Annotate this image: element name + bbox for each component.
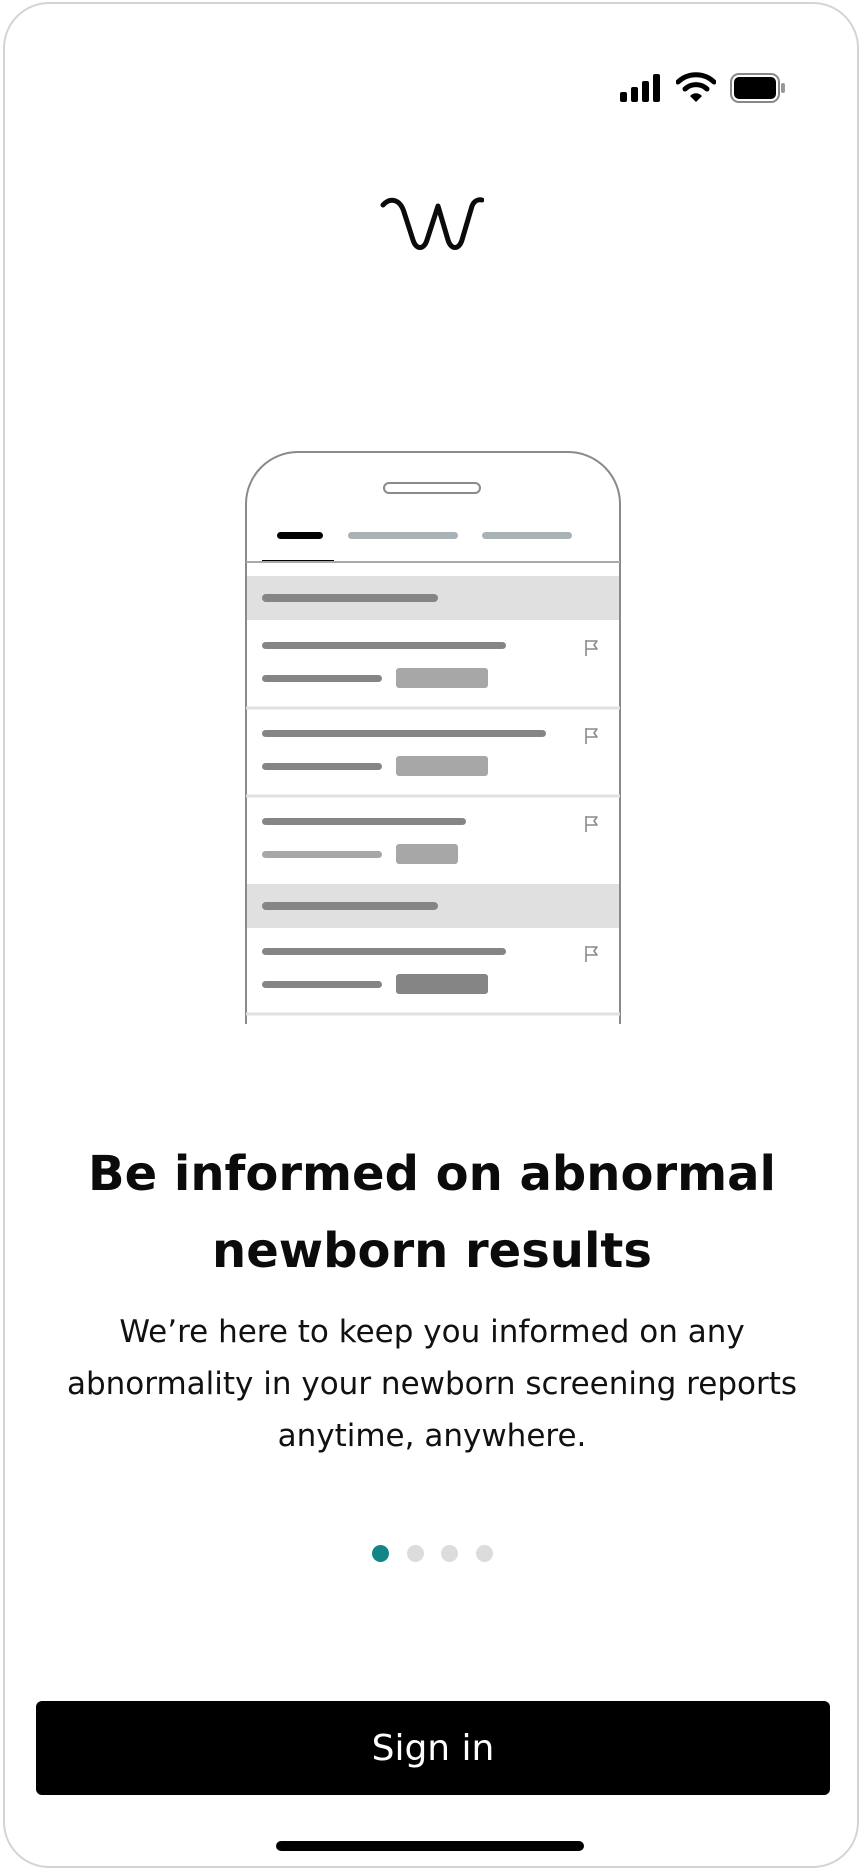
- status-bar: [0, 0, 864, 180]
- brand-logo-icon: [380, 197, 484, 250]
- battery-icon: [730, 73, 785, 103]
- home-indicator: [276, 1841, 584, 1851]
- page-dot-3[interactable]: [441, 1545, 458, 1562]
- phone-report-list-illustration: [245, 451, 621, 1024]
- sign-in-button[interactable]: Sign in: [36, 1701, 830, 1795]
- page-dot-2[interactable]: [407, 1545, 424, 1562]
- page-dot-1[interactable]: [372, 1545, 389, 1562]
- cellular-signal-icon: [620, 74, 660, 102]
- onboarding-description: We’re here to keep you informed on any a…: [66, 1314, 798, 1454]
- wifi-icon: [676, 72, 716, 102]
- onboarding-title: Be informed on abnormal newborn results: [88, 1146, 776, 1279]
- page-dot-4[interactable]: [476, 1545, 493, 1562]
- page-indicator: [372, 1545, 496, 1563]
